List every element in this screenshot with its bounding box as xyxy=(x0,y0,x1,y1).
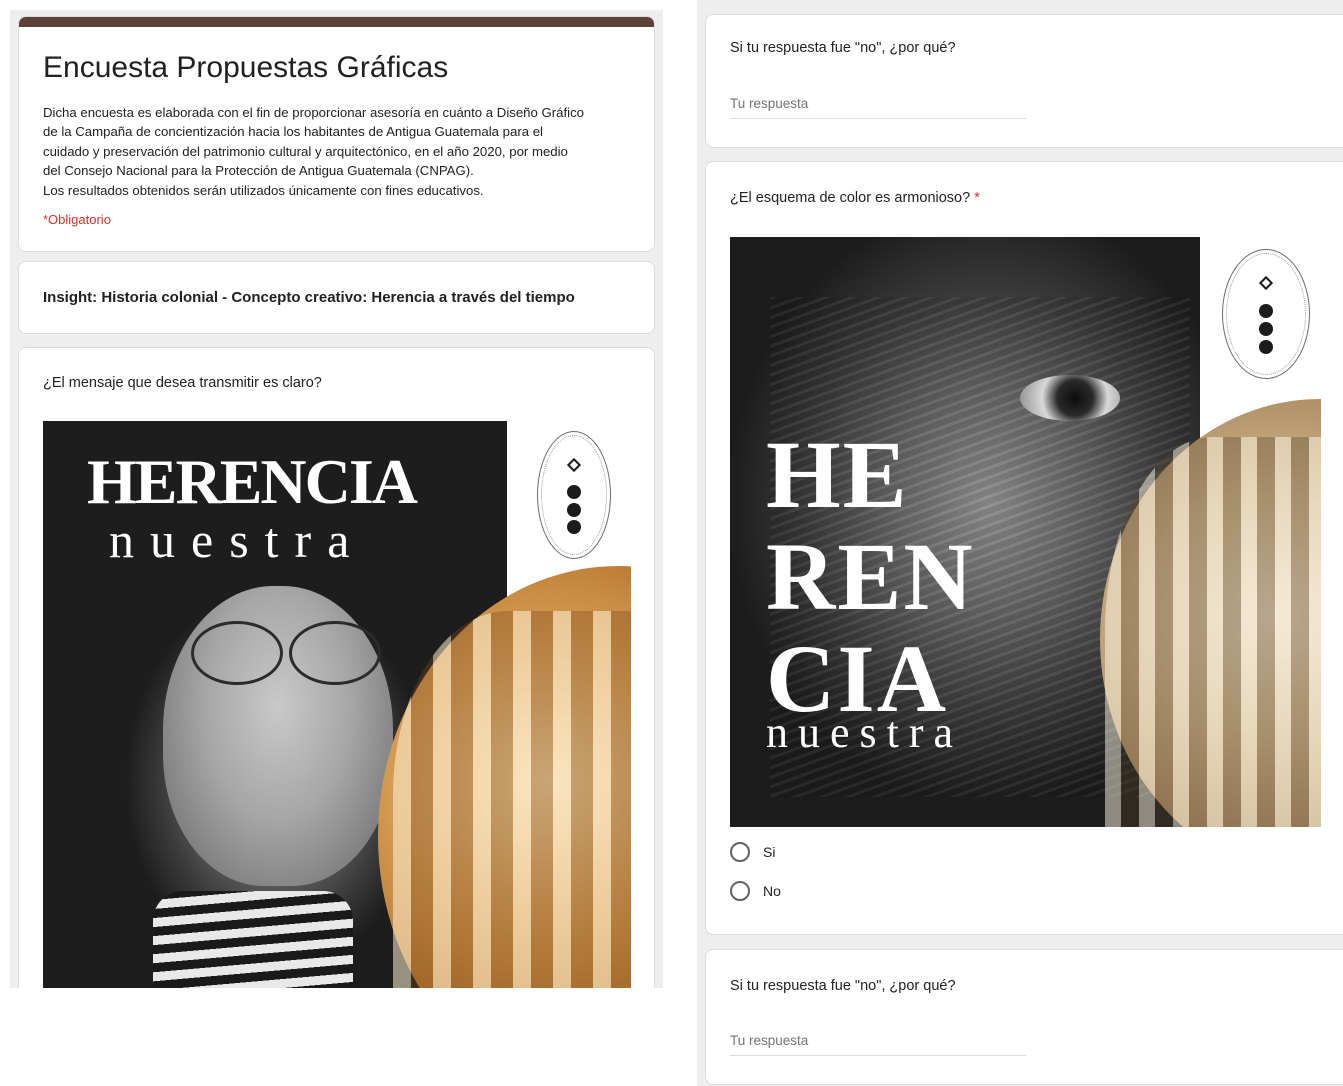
question-card-color-harmony: ¿El esquema de color es armonioso? * HE … xyxy=(705,161,1343,935)
question-label: ¿El esquema de color es armonioso? xyxy=(730,190,971,206)
radio-button[interactable] xyxy=(730,881,750,901)
form-description: Dicha encuesta es elaborada con el fin d… xyxy=(43,105,585,198)
poster-headline: HERENCIA xyxy=(87,446,418,517)
radio-button[interactable] xyxy=(730,842,750,862)
question-text: ¿El mensaje que desea transmitir es clar… xyxy=(43,375,322,391)
question-text: ¿El esquema de color es armonioso? * xyxy=(730,190,980,206)
poster-image-herencia-nuestra: HERENCIA nuestra xyxy=(43,421,631,988)
glasses-left-lens xyxy=(191,621,283,685)
radio-option-si[interactable]: Si xyxy=(730,840,775,864)
required-note: *Obligatorio xyxy=(43,212,111,227)
poster-headline-line1: HE xyxy=(766,421,909,528)
poster-headline-line2: REN xyxy=(766,523,975,630)
seal-ornament-icon xyxy=(567,484,581,499)
form-panel-right: Si tu respuesta fue "no", ¿por qué? ¿El … xyxy=(697,0,1343,1086)
option-label: No xyxy=(763,883,781,899)
theme-color-bar xyxy=(19,17,654,27)
answer-input[interactable] xyxy=(730,1026,1026,1055)
seal-ornament-icon xyxy=(1259,321,1273,336)
seal-ornament-icon xyxy=(567,502,581,517)
seal-ornament-icon xyxy=(1259,339,1273,354)
question-text: Si tu respuesta fue "no", ¿por qué? xyxy=(730,40,956,56)
answer-input[interactable] xyxy=(730,89,1026,118)
question-text: Si tu respuesta fue "no", ¿por qué? xyxy=(730,978,956,994)
architecture-columns xyxy=(1105,437,1321,827)
radio-option-no[interactable]: No xyxy=(730,879,781,903)
short-answer-field[interactable] xyxy=(730,89,1026,119)
eye-detail xyxy=(1020,375,1120,421)
cnpag-seal-logo xyxy=(1222,249,1310,379)
glasses-right-lens xyxy=(289,621,381,685)
architecture-columns xyxy=(393,611,631,988)
cnpag-seal-logo xyxy=(537,431,611,559)
poster-subline: nuestra xyxy=(766,708,964,757)
form-header-card: Encuesta Propuestas Gráficas Dicha encue… xyxy=(18,16,655,252)
question-card-message-clear: ¿El mensaje que desea transmitir es clar… xyxy=(18,347,655,988)
poster-subline: nuestra xyxy=(109,512,366,568)
form-panel-left: Encuesta Propuestas Gráficas Dicha encue… xyxy=(10,10,663,988)
required-asterisk: * xyxy=(974,190,980,206)
question-card-why-no-bottom: Si tu respuesta fue "no", ¿por qué? xyxy=(705,949,1343,1085)
question-card-why-no-top: Si tu respuesta fue "no", ¿por qué? xyxy=(705,14,1343,148)
option-label: Si xyxy=(763,844,776,860)
form-title: Encuesta Propuestas Gráficas xyxy=(43,51,449,84)
poster-image-herencia-nuestra-closeup: HE REN CIA nuestra xyxy=(730,237,1321,827)
striped-clothing xyxy=(153,891,353,988)
section-title: Insight: Historia colonial - Concepto cr… xyxy=(43,289,575,306)
section-header-card: Insight: Historia colonial - Concepto cr… xyxy=(18,261,655,334)
seal-ornament-icon xyxy=(1259,303,1273,318)
short-answer-field[interactable] xyxy=(730,1026,1026,1056)
